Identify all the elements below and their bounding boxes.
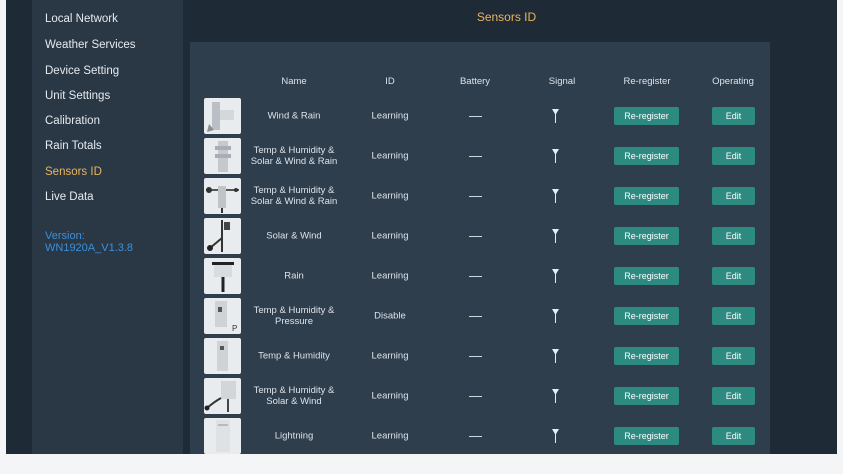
sensor-name: Temp & Humidity & Solar & Wind & Rain: [251, 145, 338, 167]
sensor-id: Learning: [371, 190, 409, 202]
column-header-signal: Signal: [548, 76, 576, 87]
battery-value: [469, 356, 482, 357]
signal-icon: [552, 309, 559, 323]
sensor-thumbnail: [204, 338, 241, 374]
battery-value: [469, 396, 482, 397]
edit-button[interactable]: Edit: [712, 107, 755, 125]
sensor-name-line: Solar & Wind: [266, 396, 322, 407]
sensor-name: Wind & Rain: [268, 111, 321, 122]
edit-button[interactable]: Edit: [712, 307, 755, 325]
page-title: Sensors ID: [476, 10, 537, 24]
signal-icon: [552, 349, 559, 363]
sensor-id: Learning: [371, 150, 409, 162]
edit-button[interactable]: Edit: [712, 147, 755, 165]
sidebar-item-device-setting[interactable]: Device Setting: [45, 65, 119, 77]
sensor-name: Temp & Humidity & Solar & Wind & Rain: [251, 185, 338, 207]
column-header-id: ID: [385, 76, 395, 87]
column-header-battery: Battery: [459, 76, 491, 87]
sensor-name: Solar & Wind: [266, 231, 321, 242]
sensor-id: Learning: [371, 110, 409, 122]
reregister-button[interactable]: Re-register: [614, 227, 679, 245]
battery-value: [469, 316, 482, 317]
sensor-id: Learning: [371, 270, 409, 282]
battery-value: [469, 156, 482, 157]
reregister-button[interactable]: Re-register: [614, 107, 679, 125]
sensor-thumbnail: [204, 258, 241, 294]
table-row: Lightning Learning Re-register Edit: [0, 418, 843, 474]
sensor-thumbnail: [204, 178, 241, 214]
sensor-name-line: Solar & Wind & Rain: [250, 156, 338, 167]
sensor-name-line: Wind & Rain: [267, 110, 321, 122]
svg-text:P: P: [232, 324, 237, 333]
sensor-thumbnail: [204, 418, 241, 454]
sensor-name: Temp & Humidity & Pressure: [254, 305, 335, 327]
sidebar-item-unit-settings[interactable]: Unit Settings: [45, 90, 110, 102]
edit-button[interactable]: Edit: [712, 387, 755, 405]
sensor-id: Learning: [371, 350, 409, 362]
sensor-name: Temp & Humidity & Solar & Wind: [254, 385, 335, 407]
battery-value: [469, 196, 482, 197]
reregister-button[interactable]: Re-register: [614, 347, 679, 365]
signal-icon: [552, 269, 559, 283]
reregister-button[interactable]: Re-register: [614, 147, 679, 165]
sensor-thumbnail: [204, 218, 241, 254]
battery-value: [469, 236, 482, 237]
sensor-name-line: Temp & Humidity: [258, 350, 330, 362]
sensor-name-line: Solar & Wind & Rain: [250, 196, 338, 207]
sensor-thumbnail: [204, 98, 241, 134]
sensor-name-line: Solar & Wind: [266, 230, 322, 242]
sensor-thumbnail: [204, 378, 241, 414]
sidebar-item-local-network[interactable]: Local Network: [45, 13, 118, 25]
edit-button[interactable]: Edit: [712, 267, 755, 285]
sensor-name: Lightning: [275, 431, 314, 442]
sensor-id: Learning: [371, 390, 409, 402]
sensor-name-line: Temp & Humidity &: [253, 385, 335, 396]
column-header-reregister: Re-register: [623, 76, 671, 87]
column-header-name: Name: [281, 76, 307, 87]
sensor-name-line: Rain: [284, 270, 304, 282]
sensor-id: Disable: [374, 310, 406, 322]
reregister-button[interactable]: Re-register: [614, 427, 679, 445]
edit-button[interactable]: Edit: [712, 347, 755, 365]
edit-button[interactable]: Edit: [712, 227, 755, 245]
sensor-name-line: Temp & Humidity &: [253, 145, 335, 156]
reregister-button[interactable]: Re-register: [614, 387, 679, 405]
signal-icon: [552, 149, 559, 163]
sensor-name-line: Pressure: [274, 316, 313, 327]
sensor-thumbnail: [204, 138, 241, 174]
sensor-name: Rain: [284, 271, 304, 282]
sensor-name-line: Lightning: [274, 430, 314, 442]
reregister-button[interactable]: Re-register: [614, 307, 679, 325]
edit-button[interactable]: Edit: [712, 427, 755, 445]
signal-icon: [552, 189, 559, 203]
sidebar-item-weather-services[interactable]: Weather Services: [45, 39, 136, 51]
signal-icon: [552, 109, 559, 123]
battery-value: [469, 436, 482, 437]
sensor-id: Learning: [371, 230, 409, 242]
sensor-id: Learning: [371, 430, 409, 442]
sensor-thumbnail: P: [204, 298, 241, 334]
battery-value: [469, 276, 482, 277]
reregister-button[interactable]: Re-register: [614, 187, 679, 205]
signal-icon: [552, 229, 559, 243]
signal-icon: [552, 389, 559, 403]
sensor-name-line: Temp & Humidity &: [253, 185, 335, 196]
edit-button[interactable]: Edit: [712, 187, 755, 205]
signal-icon: [552, 429, 559, 443]
column-header-operating: Operating: [712, 76, 754, 87]
sensor-name-line: Temp & Humidity &: [253, 305, 335, 316]
sensor-name: Temp & Humidity: [258, 351, 330, 362]
battery-value: [469, 116, 482, 117]
reregister-button[interactable]: Re-register: [614, 267, 679, 285]
